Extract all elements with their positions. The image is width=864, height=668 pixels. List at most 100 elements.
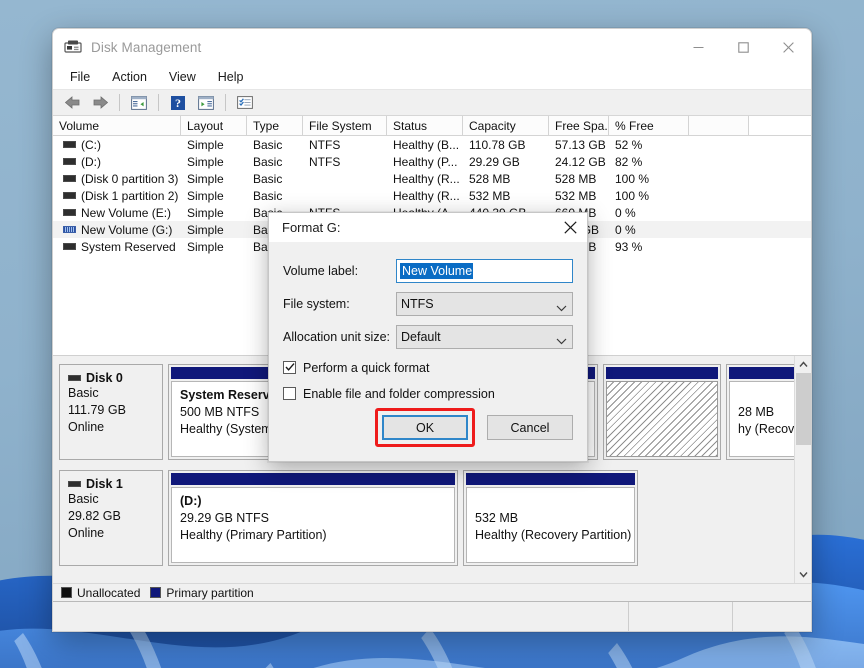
menu-action[interactable]: Action — [101, 67, 158, 87]
svg-text:?: ? — [175, 96, 181, 110]
scrollbar-track[interactable] — [794, 373, 811, 566]
disk-icon — [68, 375, 81, 381]
volume-column-header[interactable]: File System — [303, 116, 387, 135]
partition-line: hy (Recovery Parti — [738, 422, 794, 436]
volume-column-header[interactable] — [689, 116, 749, 135]
disk-info-line: 111.79 GB — [68, 403, 126, 417]
ok-button-highlight: OK — [375, 408, 475, 447]
volume-cell: (D:) — [53, 155, 181, 169]
partition-block[interactable]: (D:) 29.29 GB NTFS Healthy (Primary Partit… — [168, 470, 458, 566]
volume-cell: Simple — [187, 205, 224, 220]
show-hide-console-tree-icon[interactable] — [126, 92, 152, 114]
partition-line — [615, 421, 717, 438]
properties-icon[interactable] — [232, 92, 258, 114]
volume-cell: 532 MB — [555, 188, 597, 203]
volume-cell: 110.78 GB — [469, 137, 526, 152]
volume-column-header[interactable]: Volume — [53, 116, 181, 135]
quick-format-row[interactable]: Perform a quick format — [283, 357, 573, 378]
volume-column-header[interactable]: Free Spa... — [549, 116, 609, 135]
disk-info-line: Basic — [68, 386, 99, 400]
dialog-titlebar[interactable]: Format G: — [269, 213, 587, 242]
volume-cell: Simple — [187, 137, 224, 152]
legend-item: Unallocated — [61, 586, 140, 600]
window-controls — [676, 29, 811, 65]
menu-help[interactable]: Help — [207, 67, 255, 87]
enable-compression-label: Enable file and folder compression — [303, 386, 495, 401]
partition-line: Healthy (Recovery Partition) — [475, 528, 632, 542]
partition-area: (D:) 29.29 GB NTFS Healthy (Primary Partit… — [163, 470, 788, 566]
partition-line: 532 MB — [475, 511, 519, 525]
maximize-button[interactable] — [721, 29, 766, 65]
window-titlebar[interactable]: Disk Management — [53, 29, 811, 65]
ok-button[interactable]: OK — [382, 415, 468, 440]
volume-row[interactable]: (D:) Simple Basic NTFS Healthy (P... 29.29 GB… — [53, 153, 811, 170]
partition-block[interactable]: 28 MB hy (Recovery Parti — [726, 364, 794, 460]
volume-icon — [63, 158, 76, 165]
back-icon[interactable] — [59, 92, 85, 114]
partition-line — [738, 387, 794, 404]
chevron-down-icon — [556, 300, 567, 312]
statusbar — [53, 601, 811, 631]
menu-file[interactable]: File — [59, 67, 101, 87]
partition-line: 29.29 GB NTFS — [180, 511, 269, 525]
quick-format-checkbox[interactable] — [283, 361, 296, 374]
allocation-unit-size-select[interactable]: Default — [396, 325, 573, 349]
quick-format-label: Perform a quick format — [303, 360, 430, 375]
legend-label: Primary partition — [166, 585, 254, 600]
file-system-select[interactable]: NTFS — [396, 292, 573, 316]
help-icon[interactable]: ? — [165, 92, 191, 114]
scroll-up-button[interactable] — [794, 356, 811, 373]
dialog-title: Format G: — [282, 220, 341, 235]
menu-view[interactable]: View — [158, 67, 207, 87]
volume-cell: Healthy (R... — [393, 171, 460, 186]
forward-icon[interactable] — [87, 92, 113, 114]
window-title: Disk Management — [91, 39, 202, 55]
dialog-close-button[interactable] — [553, 213, 587, 242]
disk-info-line: 29.82 GB — [68, 509, 121, 523]
volume-cell: 0 % — [615, 205, 636, 220]
volume-column-header[interactable]: Capacity — [463, 116, 549, 135]
enable-compression-row[interactable]: Enable file and folder compression — [283, 383, 573, 404]
volume-column-header[interactable]: Status — [387, 116, 463, 135]
volume-cell: Simple — [187, 188, 224, 203]
allocation-unit-size-row: Allocation unit size: Default — [283, 322, 573, 352]
cancel-button[interactable]: Cancel — [487, 415, 573, 440]
partition-line: 28 MB — [738, 405, 775, 419]
volume-row[interactable]: (Disk 0 partition 3) Simple Basic Healthy (… — [53, 170, 811, 187]
partition-block[interactable]: 532 MB Healthy (Recovery Partition) — [463, 470, 638, 566]
format-dialog: Format G: Volume label: New Volume File … — [268, 212, 588, 462]
volume-column-header[interactable]: Type — [247, 116, 303, 135]
volume-column-header[interactable]: Layout — [181, 116, 247, 135]
partition-color-bar — [729, 367, 794, 379]
close-button[interactable] — [766, 29, 811, 65]
enable-compression-checkbox[interactable] — [283, 387, 296, 400]
menubar: File Action View Help — [53, 65, 811, 90]
graphical-view-scrollbar[interactable] — [794, 356, 811, 583]
minimize-button[interactable] — [676, 29, 721, 65]
scroll-down-button[interactable] — [794, 566, 811, 583]
legend-label: Unallocated — [77, 585, 141, 600]
disk-management-icon — [64, 38, 82, 56]
volume-label-input[interactable]: New Volume — [396, 259, 573, 283]
volume-row[interactable]: (Disk 1 partition 2) Simple Basic Healthy (… — [53, 187, 811, 204]
volume-icon — [63, 192, 76, 199]
scrollbar-thumb[interactable] — [795, 373, 811, 445]
statusbar-pane-3 — [733, 602, 811, 631]
volume-cell: Basic — [253, 188, 283, 203]
volume-cell: Simple — [187, 171, 224, 186]
legend-item: Primary partition — [150, 585, 254, 600]
toolbar-separator — [225, 94, 226, 111]
partition-block[interactable] — [603, 364, 721, 460]
partition-details: (D:) 29.29 GB NTFS Healthy (Primary Partit… — [171, 487, 455, 563]
volume-formatting-icon — [63, 226, 76, 233]
volume-cell: System Reserved — [53, 240, 181, 254]
volume-icon — [63, 141, 76, 148]
partition-line: (D:) — [180, 494, 202, 508]
disk-info[interactable]: Disk 1 Basic 29.82 GB Online — [59, 470, 163, 566]
volume-cell: 57.13 GB — [555, 137, 606, 152]
volume-column-header[interactable]: % Free — [609, 116, 689, 135]
volume-row[interactable]: (C:) Simple Basic NTFS Healthy (B... 110.78 G… — [53, 136, 811, 153]
allocation-unit-size-label: Allocation unit size: — [283, 330, 391, 344]
show-hide-action-pane-icon[interactable] — [193, 92, 219, 114]
disk-info[interactable]: Disk 0 Basic 111.79 GB Online — [59, 364, 163, 460]
